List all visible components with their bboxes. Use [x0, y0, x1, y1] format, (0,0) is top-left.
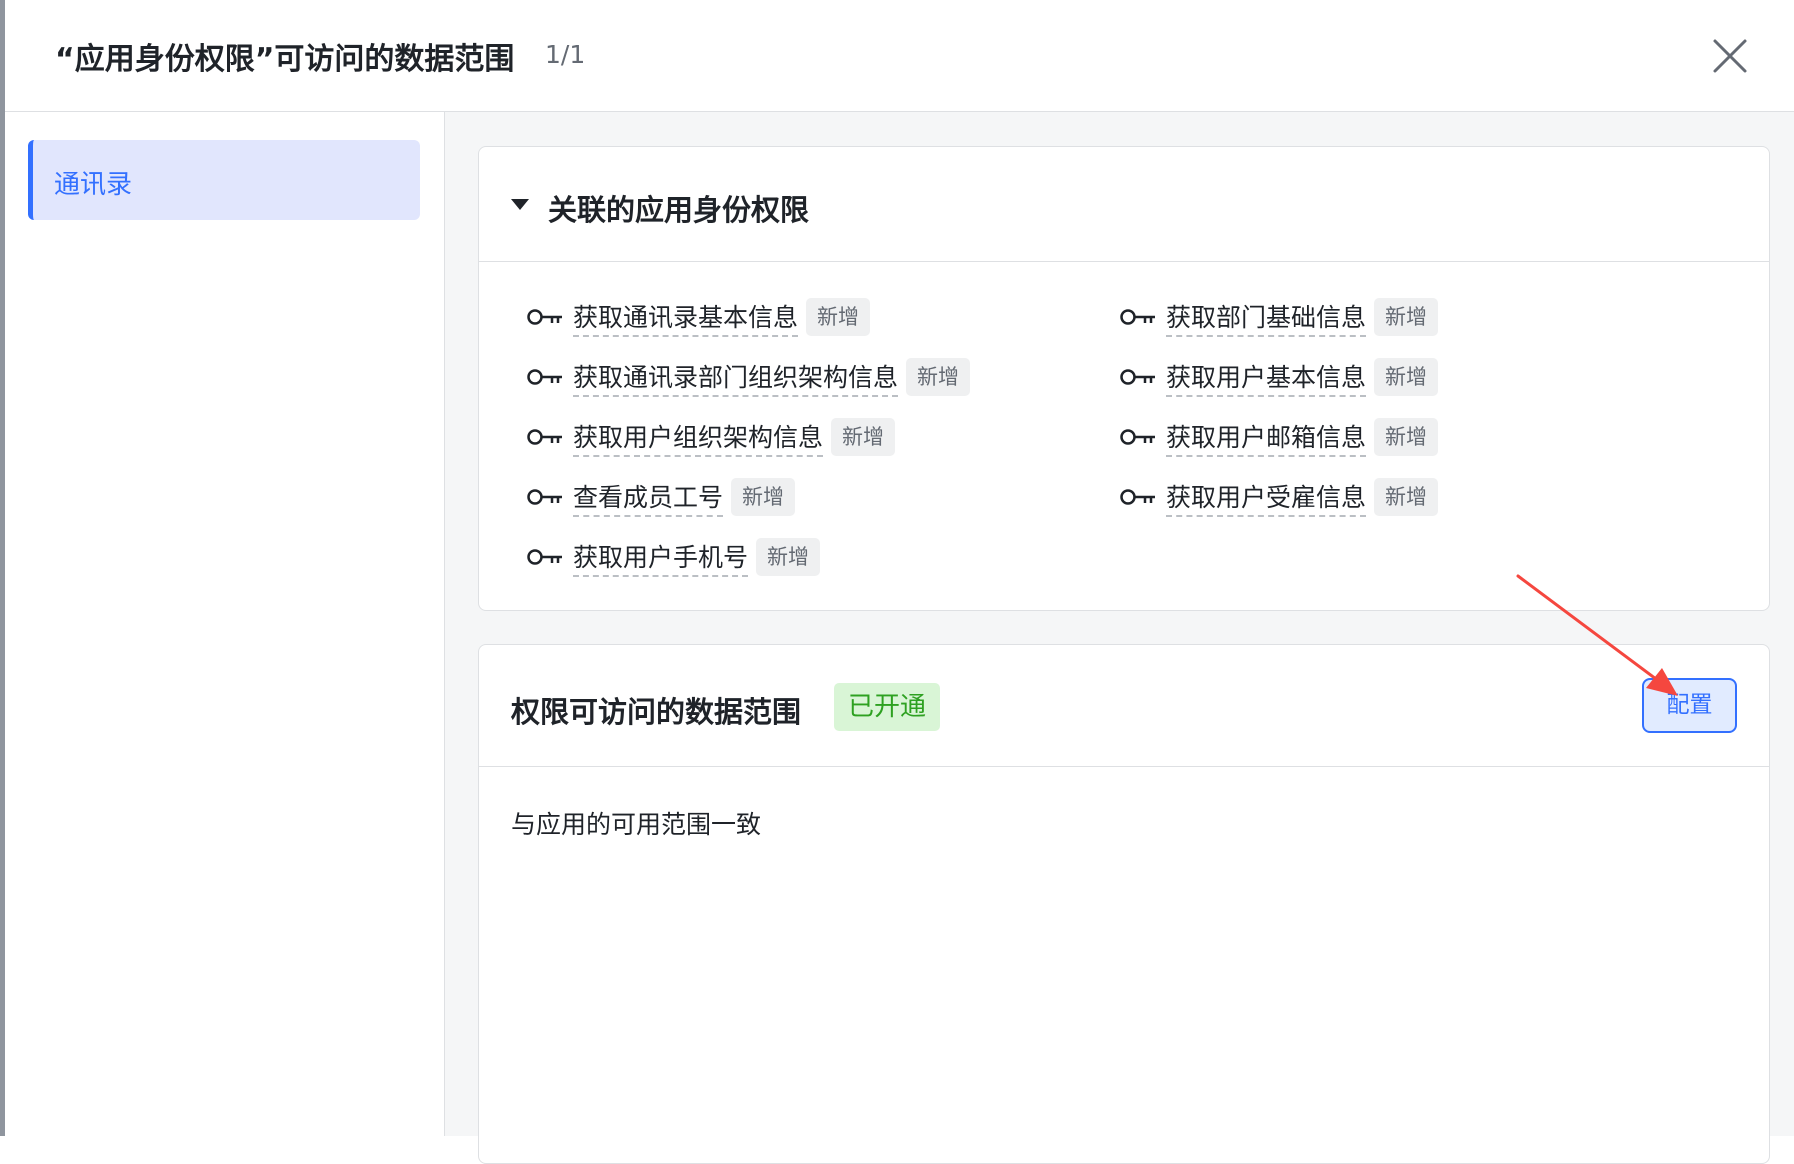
- new-tag: 新增: [756, 538, 821, 576]
- collapse-caret-icon[interactable]: [511, 199, 529, 210]
- new-tag: 新增: [1374, 358, 1439, 396]
- permissions-card: 关联的应用身份权限 获取通讯录基本信息 新增 获取通讯录部门组织架构信息 新增 …: [478, 146, 1770, 611]
- data-scope-title: 权限可访问的数据范围: [511, 695, 802, 729]
- permission-item: 获取用户组织架构信息 新增: [527, 417, 896, 457]
- permission-item: 获取通讯录基本信息 新增: [527, 297, 871, 337]
- permission-item: 获取通讯录部门组织架构信息 新增: [527, 357, 971, 397]
- permission-name[interactable]: 获取用户手机号: [573, 538, 749, 577]
- sidebar-item-contacts[interactable]: 通讯录: [28, 140, 420, 220]
- new-tag: 新增: [906, 358, 971, 396]
- sidebar-item-label: 通讯录: [54, 170, 133, 200]
- permission-name[interactable]: 获取用户组织架构信息: [573, 418, 824, 457]
- key-icon: [527, 309, 562, 325]
- status-badge: 已开通: [834, 683, 941, 731]
- key-icon: [1120, 429, 1155, 445]
- permission-item: 获取用户邮箱信息 新增: [1120, 417, 1439, 457]
- dialog-header: “应用身份权限”可访问的数据范围 1/1: [5, 0, 1794, 112]
- permission-item: 查看成员工号 新增: [527, 477, 796, 517]
- main-content: 关联的应用身份权限 获取通讯录基本信息 新增 获取通讯录部门组织架构信息 新增 …: [445, 112, 1794, 1164]
- data-scope-card: 权限可访问的数据范围 已开通 配置 与应用的可用范围一致: [478, 644, 1770, 1164]
- permission-name[interactable]: 获取部门基础信息: [1166, 298, 1367, 337]
- key-icon: [527, 429, 562, 445]
- close-button[interactable]: [1710, 36, 1750, 76]
- close-icon: [1713, 39, 1747, 73]
- permission-name[interactable]: 获取用户邮箱信息: [1166, 418, 1367, 457]
- permission-name[interactable]: 获取通讯录部门组织架构信息: [573, 358, 899, 397]
- permissions-title: 关联的应用身份权限: [548, 193, 810, 227]
- permission-name[interactable]: 获取用户受雇信息: [1166, 478, 1367, 517]
- key-icon: [1120, 309, 1155, 325]
- permission-item: 获取用户受雇信息 新增: [1120, 477, 1439, 517]
- permission-name[interactable]: 获取通讯录基本信息: [573, 298, 799, 337]
- sidebar: 通讯录: [5, 112, 445, 1136]
- key-icon: [1120, 489, 1155, 505]
- new-tag: 新增: [1374, 478, 1439, 516]
- permission-item: 获取部门基础信息 新增: [1120, 297, 1439, 337]
- key-icon: [527, 369, 562, 385]
- key-icon: [1120, 369, 1155, 385]
- new-tag: 新增: [831, 418, 896, 456]
- data-scope-card-header: 权限可访问的数据范围 已开通 配置: [479, 645, 1769, 767]
- permission-name[interactable]: 查看成员工号: [573, 478, 724, 517]
- page-counter: 1/1: [545, 40, 586, 69]
- new-tag: 新增: [731, 478, 796, 516]
- new-tag: 新增: [1374, 298, 1439, 336]
- permission-name[interactable]: 获取用户基本信息: [1166, 358, 1367, 397]
- key-icon: [527, 549, 562, 565]
- dialog-title: “应用身份权限”可访问的数据范围: [55, 42, 515, 77]
- permissions-card-header: 关联的应用身份权限: [479, 147, 1769, 262]
- config-button[interactable]: 配置: [1642, 678, 1737, 733]
- new-tag: 新增: [1374, 418, 1439, 456]
- data-scope-description: 与应用的可用范围一致: [511, 810, 762, 839]
- permission-item: 获取用户手机号 新增: [527, 537, 821, 577]
- key-icon: [527, 489, 562, 505]
- permission-item: 获取用户基本信息 新增: [1120, 357, 1439, 397]
- new-tag: 新增: [806, 298, 871, 336]
